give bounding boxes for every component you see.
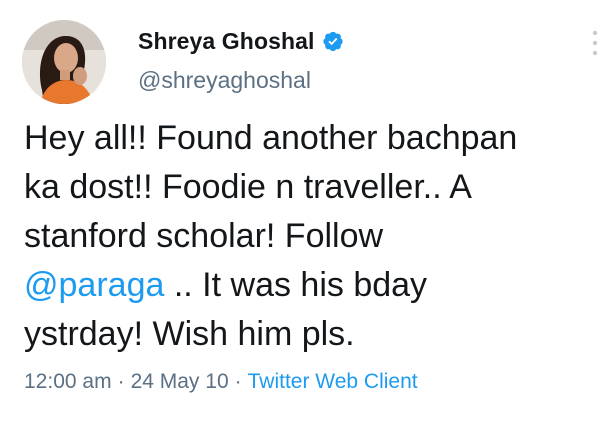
- mention-link[interactable]: @paraga: [24, 266, 164, 304]
- tweet-meta: 12:00 am · 24 May 10 · Twitter Web Client: [24, 370, 418, 394]
- tweet-text-part1: Hey all!! Found another bachpan ka dost!…: [24, 119, 518, 255]
- tweet-date[interactable]: 24 May 10: [131, 370, 229, 393]
- avatar[interactable]: [22, 20, 106, 104]
- tweet-text: Hey all!! Found another bachpan ka dost!…: [24, 114, 594, 359]
- tweet-card: Shreya Ghoshal @shreyaghoshal Hey all!! …: [0, 0, 612, 423]
- tweet-source-link[interactable]: Twitter Web Client: [248, 370, 418, 393]
- verified-badge-icon: [322, 30, 344, 52]
- meta-separator: ·: [117, 370, 125, 393]
- avatar-photo: [22, 20, 106, 104]
- tweet-time[interactable]: 12:00 am: [24, 370, 112, 393]
- display-name[interactable]: Shreya Ghoshal: [138, 28, 315, 55]
- handle[interactable]: @shreyaghoshal: [138, 67, 344, 94]
- more-options-icon[interactable]: [592, 30, 598, 56]
- name-row: Shreya Ghoshal: [138, 24, 344, 58]
- tweet-header: Shreya Ghoshal @shreyaghoshal: [138, 24, 344, 94]
- meta-separator-2: ·: [234, 370, 242, 393]
